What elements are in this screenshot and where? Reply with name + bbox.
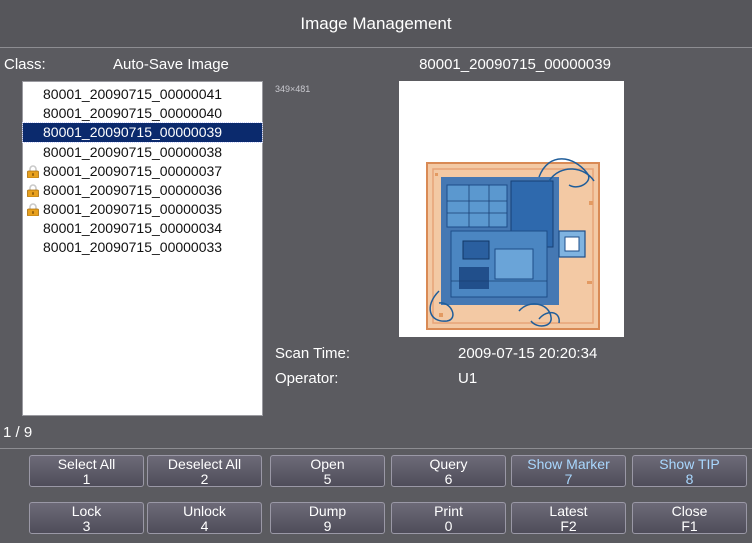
- list-item-label: 80001_20090715_00000041: [43, 86, 223, 102]
- button-shortcut: 8: [685, 471, 694, 487]
- list-item[interactable]: 80001_20090715_00000041: [23, 85, 262, 104]
- button-label: Dump: [308, 503, 347, 519]
- button-label: Print: [434, 503, 463, 519]
- latest-button[interactable]: Latest F2: [511, 502, 626, 534]
- window-title: Image Management: [0, 0, 752, 48]
- button-label: Close: [671, 503, 708, 519]
- select-all-button[interactable]: Select All 1: [29, 455, 144, 487]
- divider: [0, 448, 752, 449]
- button-label: Deselect All: [167, 456, 242, 472]
- button-shortcut: 5: [323, 471, 332, 487]
- button-shortcut: 3: [82, 518, 91, 534]
- open-button[interactable]: Open 5: [270, 455, 385, 487]
- list-item[interactable]: 80001_20090715_00000034: [23, 219, 262, 238]
- deselect-all-button[interactable]: Deselect All 2: [147, 455, 262, 487]
- lock-icon: [27, 165, 39, 178]
- list-item-label: 80001_20090715_00000037: [43, 163, 223, 179]
- query-button[interactable]: Query 6: [391, 455, 506, 487]
- button-shortcut: 2: [200, 471, 209, 487]
- image-list[interactable]: 80001_20090715_00000041 80001_20090715_0…: [22, 81, 263, 416]
- button-label: Select All: [57, 456, 116, 472]
- lock-button[interactable]: Lock 3: [29, 502, 144, 534]
- list-item-label: 80001_20090715_00000035: [43, 201, 223, 217]
- button-shortcut: F1: [681, 518, 698, 534]
- list-item-label: 80001_20090715_00000038: [43, 144, 223, 160]
- list-item[interactable]: 80001_20090715_00000033: [23, 238, 262, 257]
- button-shortcut: 1: [82, 471, 91, 487]
- button-label: Unlock: [183, 503, 226, 519]
- list-item-label: 80001_20090715_00000036: [43, 182, 223, 198]
- lock-icon: [27, 184, 39, 197]
- button-label: Show TIP: [659, 456, 720, 472]
- class-label: Class:: [4, 56, 46, 73]
- lock-icon: [27, 203, 39, 216]
- unlock-button[interactable]: Unlock 4: [147, 502, 262, 534]
- button-shortcut: 0: [444, 518, 453, 534]
- list-item-selected[interactable]: 80001_20090715_00000039: [22, 122, 263, 143]
- operator-label: Operator:: [275, 370, 339, 387]
- button-shortcut: 9: [323, 518, 332, 534]
- scan-time-label: Scan Time:: [275, 345, 351, 362]
- button-label: Open: [310, 456, 345, 472]
- xray-scan-image: [399, 81, 624, 337]
- print-button[interactable]: Print 0: [391, 502, 506, 534]
- button-label: Latest: [549, 503, 588, 519]
- list-item-label: 80001_20090715_00000033: [43, 239, 223, 255]
- list-item[interactable]: 80001_20090715_00000038: [23, 143, 262, 162]
- show-tip-button[interactable]: Show TIP 8: [632, 455, 747, 487]
- list-item[interactable]: 80001_20090715_00000037: [23, 162, 262, 181]
- list-item-label: 80001_20090715_00000040: [43, 105, 223, 121]
- button-label: Lock: [71, 503, 102, 519]
- button-label: Show Marker: [527, 456, 610, 472]
- button-shortcut: 7: [564, 471, 573, 487]
- button-shortcut: 6: [444, 471, 453, 487]
- list-item[interactable]: 80001_20090715_00000035: [23, 200, 262, 219]
- list-item[interactable]: 80001_20090715_00000040: [23, 104, 262, 123]
- page-counter: 1 / 9: [3, 424, 33, 441]
- show-marker-button[interactable]: Show Marker 7: [511, 455, 626, 487]
- preview-filename: 80001_20090715_00000039: [419, 56, 611, 73]
- list-item-label: 80001_20090715_00000039: [43, 124, 223, 140]
- operator-value: U1: [458, 370, 478, 387]
- class-row: Class: Auto-Save Image: [0, 52, 268, 78]
- button-shortcut: F2: [560, 518, 577, 534]
- close-button[interactable]: Close F1: [632, 502, 747, 534]
- list-item[interactable]: 80001_20090715_00000036: [23, 181, 262, 200]
- image-dimensions: 349×481: [275, 84, 311, 94]
- class-value[interactable]: Auto-Save Image: [113, 52, 229, 78]
- dump-button[interactable]: Dump 9: [270, 502, 385, 534]
- list-item-label: 80001_20090715_00000034: [43, 220, 223, 236]
- button-label: Query: [429, 456, 468, 472]
- button-shortcut: 4: [200, 518, 209, 534]
- scan-time-value: 2009-07-15 20:20:34: [458, 345, 598, 362]
- xray-preview-image: [399, 81, 624, 337]
